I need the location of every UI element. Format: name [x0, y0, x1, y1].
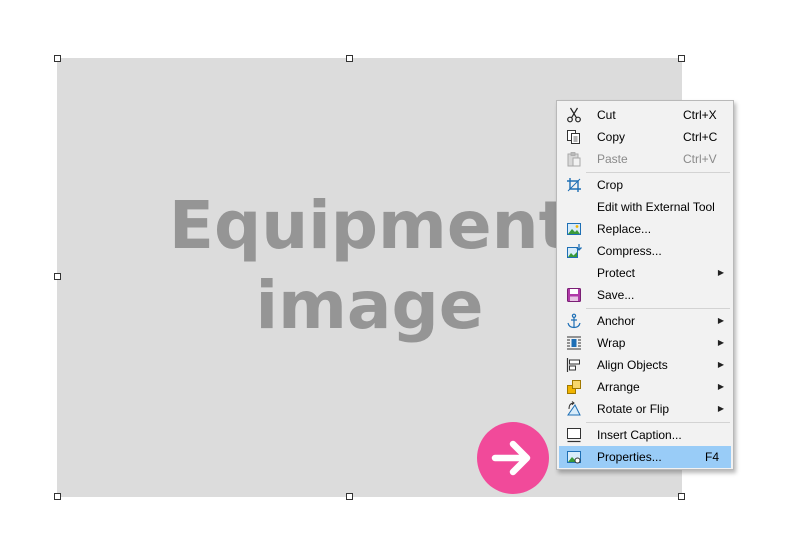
arrow-right-icon — [491, 440, 531, 476]
menu-item-edit-external-tool[interactable]: Edit with External Tool — [559, 196, 731, 218]
crop-icon — [567, 178, 581, 192]
resize-handle-bottom-left[interactable] — [54, 493, 61, 500]
resize-handle-bottom-center[interactable] — [346, 493, 353, 500]
resize-handle-middle-left[interactable] — [54, 273, 61, 280]
submenu-arrow-icon: ▶ — [717, 404, 724, 413]
menu-item-compress[interactable]: Compress... — [559, 240, 731, 262]
menu-item-label: Crop — [597, 178, 624, 192]
align-objects-icon — [566, 358, 580, 372]
submenu-arrow-icon: ▶ — [717, 268, 724, 277]
menu-item-copy[interactable]: Copy Ctrl+C — [559, 126, 731, 148]
menu-item-label: Properties... — [597, 450, 662, 464]
resize-handle-top-left[interactable] — [54, 55, 61, 62]
menu-item-crop[interactable]: Crop — [559, 174, 731, 196]
menu-separator — [586, 308, 730, 309]
menu-item-label: Wrap — [597, 336, 626, 350]
context-menu: Cut Ctrl+X Copy Ctrl+C Paste Ctrl+V Crop… — [556, 100, 734, 470]
wrap-icon — [567, 336, 581, 350]
compress-image-icon — [567, 244, 582, 258]
menu-item-replace[interactable]: Replace... — [559, 218, 731, 240]
menu-item-save[interactable]: Save... — [559, 284, 731, 306]
replace-image-icon — [567, 223, 581, 235]
submenu-arrow-icon: ▶ — [717, 360, 724, 369]
menu-item-label: Protect — [597, 266, 636, 280]
scissors-icon — [567, 107, 581, 123]
menu-item-shortcut: F4 — [705, 450, 720, 464]
menu-item-properties[interactable]: Properties... F4 — [559, 446, 731, 468]
menu-separator — [586, 422, 730, 423]
menu-item-label: Cut — [597, 108, 616, 122]
submenu-arrow-icon: ▶ — [717, 316, 724, 325]
placeholder-line-1: Equipment — [168, 187, 571, 264]
menu-item-label: Save... — [597, 288, 635, 302]
menu-item-shortcut: Ctrl+X — [683, 108, 717, 122]
menu-item-insert-caption[interactable]: Insert Caption... — [559, 424, 731, 446]
caption-icon — [567, 428, 581, 443]
menu-item-rotate-flip[interactable]: Rotate or Flip ▶ — [559, 398, 731, 420]
menu-item-label: Arrange — [597, 380, 640, 394]
copy-icon — [567, 130, 580, 144]
save-icon — [567, 288, 581, 302]
resize-handle-bottom-right[interactable] — [678, 493, 685, 500]
menu-item-arrange[interactable]: Arrange ▶ — [559, 376, 731, 398]
menu-item-label: Edit with External Tool — [597, 200, 715, 214]
menu-item-align-objects[interactable]: Align Objects ▶ — [559, 354, 731, 376]
menu-item-shortcut: Ctrl+V — [683, 152, 717, 166]
anchor-icon — [567, 313, 581, 329]
menu-item-label: Compress... — [597, 244, 662, 258]
menu-item-label: Insert Caption... — [597, 428, 682, 442]
menu-item-label: Replace... — [597, 222, 652, 236]
rotate-flip-icon — [567, 401, 581, 416]
menu-item-label: Copy — [597, 130, 626, 144]
resize-handle-top-center[interactable] — [346, 55, 353, 62]
submenu-arrow-icon: ▶ — [717, 338, 724, 347]
menu-item-shortcut: Ctrl+C — [683, 130, 718, 144]
menu-item-label: Align Objects — [597, 358, 668, 372]
pointer-circle — [477, 422, 549, 494]
menu-item-label: Paste — [597, 152, 628, 166]
properties-icon — [567, 451, 581, 464]
paste-icon — [567, 152, 581, 167]
menu-separator — [586, 172, 730, 173]
submenu-arrow-icon: ▶ — [717, 382, 724, 391]
menu-item-protect[interactable]: Protect ▶ — [559, 262, 731, 284]
menu-item-wrap[interactable]: Wrap ▶ — [559, 332, 731, 354]
placeholder-line-2: image — [255, 267, 484, 344]
menu-item-cut[interactable]: Cut Ctrl+X — [559, 104, 731, 126]
arrange-icon — [567, 380, 581, 394]
menu-item-label: Anchor — [597, 314, 636, 328]
menu-item-paste: Paste Ctrl+V — [559, 148, 731, 170]
menu-item-anchor[interactable]: Anchor ▶ — [559, 310, 731, 332]
menu-item-label: Rotate or Flip — [597, 402, 670, 416]
resize-handle-top-right[interactable] — [678, 55, 685, 62]
